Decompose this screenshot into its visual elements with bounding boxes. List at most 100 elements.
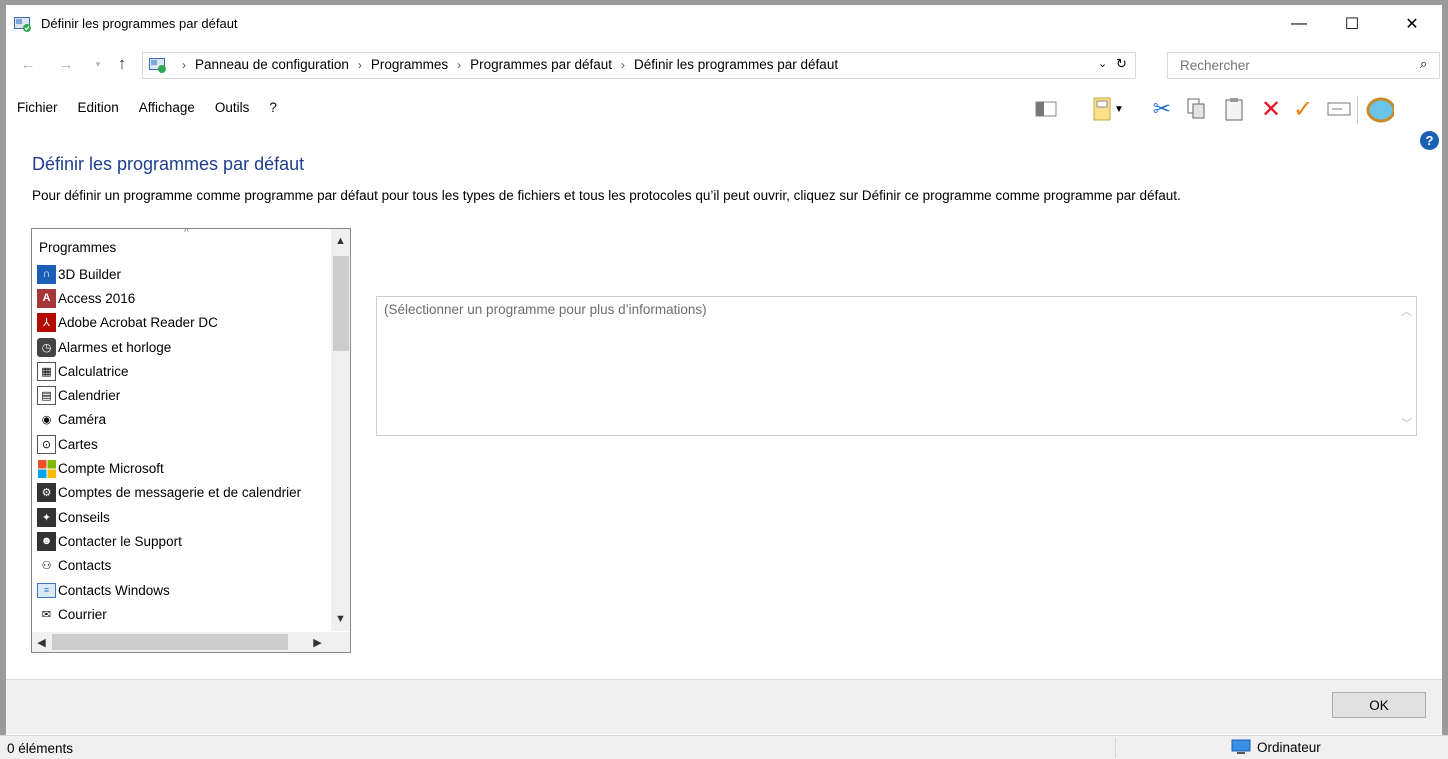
maximize-button[interactable]: ☐ [1329, 5, 1375, 43]
scroll-down-icon[interactable]: ﹀ [1401, 415, 1412, 431]
toolbar-divider [1357, 96, 1358, 124]
lightbulb-icon: ✦ [37, 507, 56, 527]
menu-affichage[interactable]: Affichage [139, 100, 195, 115]
chevron-right-icon[interactable]: › [358, 58, 362, 72]
list-item[interactable]: ▦ Calculatrice [37, 359, 301, 383]
scroll-down-icon[interactable]: ▼ [331, 609, 350, 629]
contact-card-icon: ≡ [37, 582, 56, 598]
toolbar: ▼ ✂ ✕ ✓ [1032, 94, 1436, 124]
title-bar: Définir les programmes par défaut — ☐ ✕ [6, 5, 1442, 43]
dropdown-arrow-icon[interactable]: ▼ [1112, 94, 1126, 124]
zone-label: Ordinateur [1257, 739, 1321, 755]
check-icon[interactable]: ✓ [1289, 94, 1317, 124]
breadcrumb-item[interactable]: Programmes par défaut [470, 57, 612, 72]
layout-pane-icon[interactable] [1032, 94, 1060, 124]
address-dropdown-icon[interactable]: ⌄ [1098, 57, 1107, 70]
delete-icon[interactable]: ✕ [1257, 94, 1285, 124]
scroll-up-icon[interactable]: ︿ [1401, 303, 1412, 319]
list-item[interactable]: ⊙ Cartes [37, 432, 301, 456]
forward-arrow-icon[interactable]: → [56, 54, 76, 74]
sort-caret-icon: ^ [184, 228, 189, 238]
3d-builder-icon: ∩ [37, 264, 56, 284]
zone-indicator: Ordinateur [1231, 739, 1321, 755]
list-item[interactable]: ∩ 3D Builder [37, 262, 301, 286]
ok-button[interactable]: OK [1332, 692, 1426, 718]
address-bar[interactable]: › Panneau de configuration › Programmes … [142, 52, 1136, 79]
mail-icon: ✉ [41, 608, 52, 621]
back-arrow-icon[interactable]: ← [18, 54, 38, 74]
list-item[interactable]: ◉ Caméra [37, 408, 301, 432]
program-info-panel: (Sélectionner un programme pour plus d’i… [376, 296, 1417, 436]
help-icon[interactable]: ? [1420, 131, 1439, 150]
breadcrumb-item[interactable]: Panneau de configuration [195, 57, 349, 72]
camera-icon: ◉ [41, 414, 52, 427]
menu-edition[interactable]: Edition [78, 100, 119, 115]
list-item[interactable]: ⅄ Adobe Acrobat Reader DC [37, 311, 301, 335]
refresh-icon[interactable]: ↻ [1116, 56, 1127, 72]
gear-icon: ⚙ [37, 483, 56, 503]
window-title: Définir les programmes par défaut [41, 16, 238, 31]
status-divider [1115, 738, 1116, 758]
access-icon: A [37, 288, 56, 308]
scroll-thumb[interactable] [333, 256, 349, 351]
menu-outils[interactable]: Outils [215, 100, 250, 115]
microsoft-logo-icon [37, 459, 56, 478]
menu-row: Fichier Edition Affichage Outils ? ▼ ✂ ✕… [6, 88, 1442, 128]
paste-icon[interactable] [1220, 94, 1248, 124]
menu-fichier[interactable]: Fichier [17, 100, 58, 115]
maps-icon: ⊙ [37, 434, 56, 454]
program-list[interactable]: ^ Programmes ∩ 3D Builder A Access 2016 ⅄ A… [31, 228, 351, 653]
list-item[interactable]: ✉ Courrier [37, 602, 301, 626]
list-item[interactable]: A Access 2016 [37, 286, 301, 310]
search-input[interactable] [1178, 57, 1402, 74]
chevron-right-icon[interactable]: › [621, 58, 625, 72]
horizontal-scrollbar[interactable]: ◀ ▶ [32, 632, 350, 652]
scroll-thumb[interactable] [52, 634, 288, 650]
cut-icon[interactable]: ✂ [1148, 94, 1176, 124]
list-item[interactable]: ⚇ Contacts [37, 554, 301, 578]
button-bar [6, 679, 1442, 734]
chevron-right-icon[interactable]: › [457, 58, 461, 72]
copy-icon[interactable] [1182, 94, 1210, 124]
scroll-corner [331, 632, 350, 652]
breadcrumb-item[interactable]: Programmes [371, 57, 448, 72]
page-description: Pour définir un programme comme programm… [32, 188, 1181, 203]
column-header[interactable]: Programmes [39, 240, 116, 255]
control-panel-icon [149, 58, 166, 73]
calendar-icon: ▤ [37, 386, 56, 406]
recent-chevron-icon[interactable]: ▾ [88, 54, 108, 74]
scroll-right-icon[interactable]: ▶ [308, 632, 327, 652]
item-count: 0 éléments [7, 741, 74, 756]
vertical-scrollbar[interactable]: ▲ ▼ [331, 229, 350, 631]
search-box[interactable]: ⌕ [1167, 52, 1440, 79]
scroll-up-icon[interactable]: ▲ [331, 231, 350, 251]
rename-icon[interactable] [1325, 94, 1353, 124]
up-arrow-icon[interactable]: ↑ [112, 54, 132, 74]
list-item[interactable]: ⚙ Comptes de messagerie et de calendrier [37, 481, 301, 505]
breadcrumb: › Panneau de configuration › Programmes … [173, 57, 838, 72]
program-items: ∩ 3D Builder A Access 2016 ⅄ Adobe Acrobat … [37, 262, 301, 626]
calculator-icon: ▦ [37, 361, 56, 381]
menu-help[interactable]: ? [269, 100, 277, 115]
list-item[interactable]: ☻ Contacter le Support [37, 529, 301, 553]
breadcrumb-item[interactable]: Définir les programmes par défaut [634, 57, 838, 72]
shell-icon[interactable] [1366, 94, 1394, 124]
list-item[interactable]: ✦ Conseils [37, 505, 301, 529]
scroll-left-icon[interactable]: ◀ [32, 632, 51, 652]
menu-bar: Fichier Edition Affichage Outils ? [17, 100, 277, 115]
list-item[interactable]: ≡ Contacts Windows [37, 578, 301, 602]
contacts-icon: ⚇ [41, 560, 52, 573]
close-button[interactable]: ✕ [1389, 5, 1435, 43]
info-placeholder: (Sélectionner un programme pour plus d’i… [384, 302, 707, 317]
page-title: Définir les programmes par défaut [32, 154, 305, 174]
search-icon[interactable]: ⌕ [1420, 56, 1427, 72]
minimize-button[interactable]: — [1276, 5, 1322, 43]
list-item[interactable]: ◷ Alarmes et horloge [37, 335, 301, 359]
list-item[interactable]: Compte Microsoft [37, 456, 301, 480]
control-panel-icon [14, 17, 31, 32]
address-row: ← → ▾ ↑ › Panneau de configuration › Pro… [6, 46, 1442, 86]
list-item[interactable]: ▤ Calendrier [37, 383, 301, 407]
support-person-icon: ☻ [37, 531, 56, 551]
chevron-right-icon[interactable]: › [182, 58, 186, 72]
status-bar: 0 éléments Ordinateur [0, 735, 1448, 759]
